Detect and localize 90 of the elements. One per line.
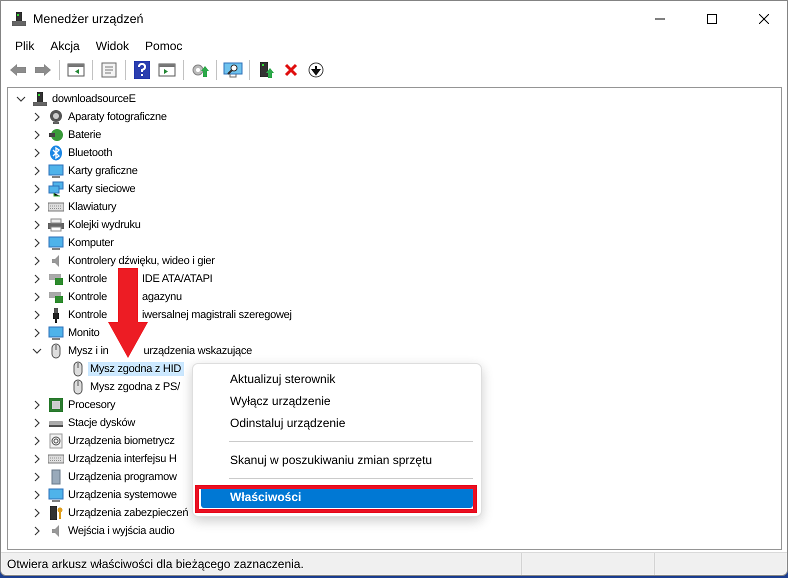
expand-chevron-icon[interactable] <box>32 112 42 122</box>
webcam-icon <box>48 109 64 125</box>
tree-item[interactable]: Kontrolery dźwięku, wideo i gier <box>66 254 218 268</box>
expand-chevron-icon[interactable] <box>32 472 42 482</box>
monitor-icon <box>48 163 64 179</box>
tree-item[interactable]: Karty graficzne <box>66 164 141 178</box>
delete-cross-icon <box>284 63 298 77</box>
circuit-card-icon <box>48 289 64 305</box>
status-text: Otwiera arkusz właściwości dla bieżącego zaznaczenia. <box>6 557 305 571</box>
tree-item-text: iwersalnej magistrali szeregowej <box>140 308 293 322</box>
tree-item[interactable]: Mysz zgodna z HID <box>88 362 184 376</box>
expand-chevron-icon[interactable] <box>32 292 42 302</box>
expand-chevron-icon[interactable] <box>32 400 42 410</box>
monitor-icon <box>48 235 64 251</box>
expand-chevron-icon[interactable] <box>32 148 42 158</box>
menu-item[interactable]: Plik <box>7 39 42 53</box>
tree-item[interactable]: Urządzenia biometrycz <box>66 434 178 448</box>
expand-chevron-icon[interactable] <box>32 418 42 428</box>
tree-item[interactable]: Stacje dysków <box>66 416 138 430</box>
tree-item[interactable]: Baterie <box>66 128 104 142</box>
tree-item[interactable]: Procesory <box>66 398 118 412</box>
forward-arrow-icon <box>34 63 52 77</box>
menu-item[interactable]: Widok <box>88 39 138 53</box>
collapse-chevron-icon[interactable] <box>16 94 26 104</box>
tree-item-text: IDE ATA/ATAPI <box>140 272 214 286</box>
tree-item[interactable]: Urządzenia interfejsu H <box>66 452 180 466</box>
menu-item[interactable]: Akcja <box>42 39 88 53</box>
toolbar-button[interactable] <box>131 59 153 81</box>
expand-chevron-icon[interactable] <box>32 310 42 320</box>
tree-item[interactable]: Kolejki wydruku <box>66 218 144 232</box>
window-panel-icon <box>158 62 176 78</box>
properties-sheet-icon <box>101 62 117 78</box>
tree-item[interactable]: Klawiatury <box>66 200 120 214</box>
menu-item[interactable]: Wyłącz urządzenie <box>201 390 473 412</box>
menu-item[interactable]: Odinstaluj urządzenie <box>201 412 473 434</box>
bluetooth-icon <box>48 145 64 161</box>
close-icon <box>759 14 769 24</box>
tree-item[interactable]: Mysz i in <box>66 344 112 358</box>
network-icon <box>48 181 64 197</box>
menu-item[interactable]: Pomoc <box>137 39 190 53</box>
expand-chevron-icon[interactable] <box>32 508 42 518</box>
expand-chevron-icon[interactable] <box>32 526 42 536</box>
app-icon <box>11 11 27 27</box>
tree-item[interactable]: Bluetooth <box>66 146 116 160</box>
menu-item[interactable]: Aktualizuj sterownik <box>201 368 473 390</box>
expand-chevron-icon[interactable] <box>32 202 42 212</box>
maximize-icon <box>707 14 717 24</box>
back-arrow-icon <box>9 63 27 77</box>
tree-item[interactable]: Monito <box>66 326 103 340</box>
tree-item-text: urządzenia wskazujące <box>142 344 254 358</box>
expand-chevron-icon[interactable] <box>32 238 42 248</box>
tree-item[interactable]: Komputer <box>66 236 117 250</box>
monitor-magnifier-icon <box>223 61 243 79</box>
tree-item[interactable]: Urządzenia zabezpieczeń <box>66 506 192 520</box>
window-title: Menedżer urządzeń <box>33 12 144 26</box>
fingerprint-icon <box>48 433 64 449</box>
menu-item[interactable]: Skanuj w poszukiwaniu zmian sprzętu <box>201 449 473 471</box>
monitor-icon <box>48 487 64 503</box>
tree-item[interactable]: Mysz zgodna z PS/ <box>88 380 183 394</box>
expand-chevron-icon[interactable] <box>32 166 42 176</box>
window-panel-icon <box>67 62 85 78</box>
tree-item[interactable]: Kontrole <box>66 272 110 286</box>
collapse-chevron-icon[interactable] <box>32 346 42 356</box>
circuit-card-icon <box>48 271 64 287</box>
expand-chevron-icon[interactable] <box>32 274 42 284</box>
expand-chevron-icon[interactable] <box>32 256 42 266</box>
expand-chevron-icon[interactable] <box>32 220 42 230</box>
tree-item-text: agazynu <box>140 290 183 304</box>
expand-chevron-icon[interactable] <box>32 184 42 194</box>
tree-item[interactable]: Urządzenia programow <box>66 470 180 484</box>
expand-chevron-icon[interactable] <box>32 328 42 338</box>
device-add-icon <box>257 61 275 79</box>
tree-item[interactable]: Urządzenia systemowe <box>66 488 180 502</box>
tree-item[interactable]: Wejścia i wyjścia audio <box>66 524 178 538</box>
chip-icon <box>48 397 64 413</box>
down-arrow-circle-icon <box>308 62 324 78</box>
monitor-icon <box>48 325 64 341</box>
tree-item[interactable]: downloadsourceE <box>50 92 139 106</box>
expand-chevron-icon[interactable] <box>32 490 42 500</box>
expand-chevron-icon[interactable] <box>32 436 42 446</box>
tree-item[interactable]: Aparaty fotograficzne <box>66 110 170 124</box>
printer-icon <box>48 217 64 233</box>
key-lock-icon <box>48 505 64 521</box>
tree-item[interactable]: Karty sieciowe <box>66 182 138 196</box>
computer-icon <box>32 91 48 107</box>
tree-item[interactable]: Kontrole <box>66 290 110 304</box>
help-icon <box>134 61 150 79</box>
expand-chevron-icon[interactable] <box>32 454 42 464</box>
expand-chevron-icon[interactable] <box>32 130 42 140</box>
tree-item[interactable]: Kontrole <box>66 308 110 322</box>
